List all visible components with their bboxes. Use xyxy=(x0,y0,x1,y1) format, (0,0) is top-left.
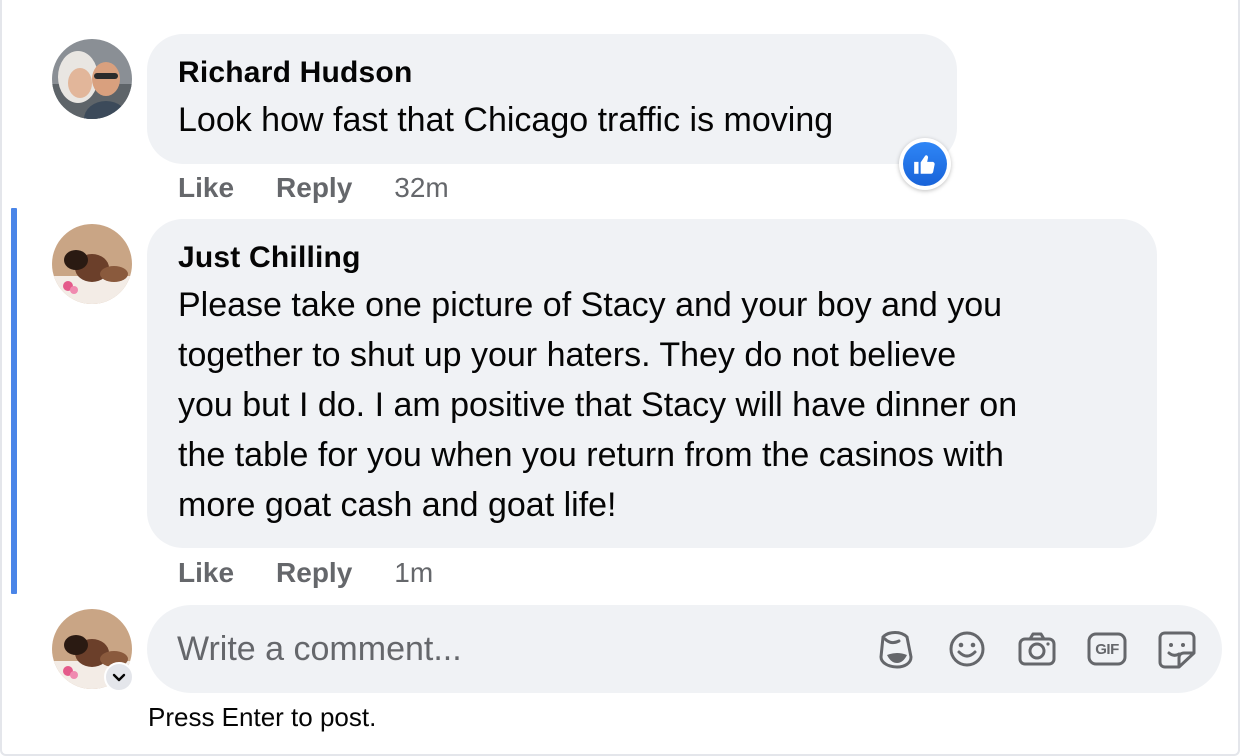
chevron-down-icon xyxy=(112,673,126,682)
comment-author[interactable]: Richard Hudson xyxy=(178,56,412,90)
comment-actions: Like Reply 32m xyxy=(178,172,449,204)
comment-line: Please take one picture of Stacy and you… xyxy=(178,286,1003,324)
comment-author[interactable]: Just Chilling xyxy=(178,241,361,275)
reply-button[interactable]: Reply xyxy=(276,557,352,589)
comment-line: you but I do. I am positive that Stacy w… xyxy=(178,386,1018,424)
comment-line: the table for you when you return from t… xyxy=(178,436,1004,474)
avatar-sticker-button[interactable] xyxy=(875,627,919,671)
photo-button[interactable] xyxy=(1015,627,1059,671)
comment-input[interactable] xyxy=(177,623,837,675)
comment-timestamp[interactable]: 32m xyxy=(394,172,448,204)
comment-text: Look how fast that Chicago traffic is mo… xyxy=(178,101,834,139)
reply-thread-indicator xyxy=(11,208,17,594)
avatar-just-chilling[interactable] xyxy=(52,224,132,304)
like-button[interactable]: Like xyxy=(178,172,234,204)
comment-actions: Like Reply 1m xyxy=(178,557,433,589)
reaction-badge[interactable] xyxy=(899,138,951,190)
gif-button[interactable]: GIF xyxy=(1085,627,1129,671)
like-button[interactable]: Like xyxy=(178,557,234,589)
emoji-button[interactable] xyxy=(945,627,989,671)
comment-line: together to shut up your haters. They do… xyxy=(178,336,957,374)
comment-text: Please take one picture of Stacy and you… xyxy=(178,280,1017,530)
comment-timestamp[interactable]: 1m xyxy=(394,557,433,589)
reply-button[interactable]: Reply xyxy=(276,172,352,204)
comment-composer: GIF xyxy=(147,605,1222,693)
sticker-button[interactable] xyxy=(1155,627,1199,671)
comment-line: more goat cash and goat life! xyxy=(178,486,617,524)
profile-switcher-button[interactable] xyxy=(104,662,134,692)
submit-hint: Press Enter to post. xyxy=(148,702,377,732)
camera-icon xyxy=(1018,632,1056,666)
avatar-richard-hudson[interactable] xyxy=(52,39,132,119)
avatar-sticker-icon xyxy=(879,631,913,669)
like-icon xyxy=(914,155,935,174)
sticker-icon xyxy=(1158,631,1196,669)
emoji-icon xyxy=(949,631,985,667)
gif-label: GIF xyxy=(1095,640,1119,658)
